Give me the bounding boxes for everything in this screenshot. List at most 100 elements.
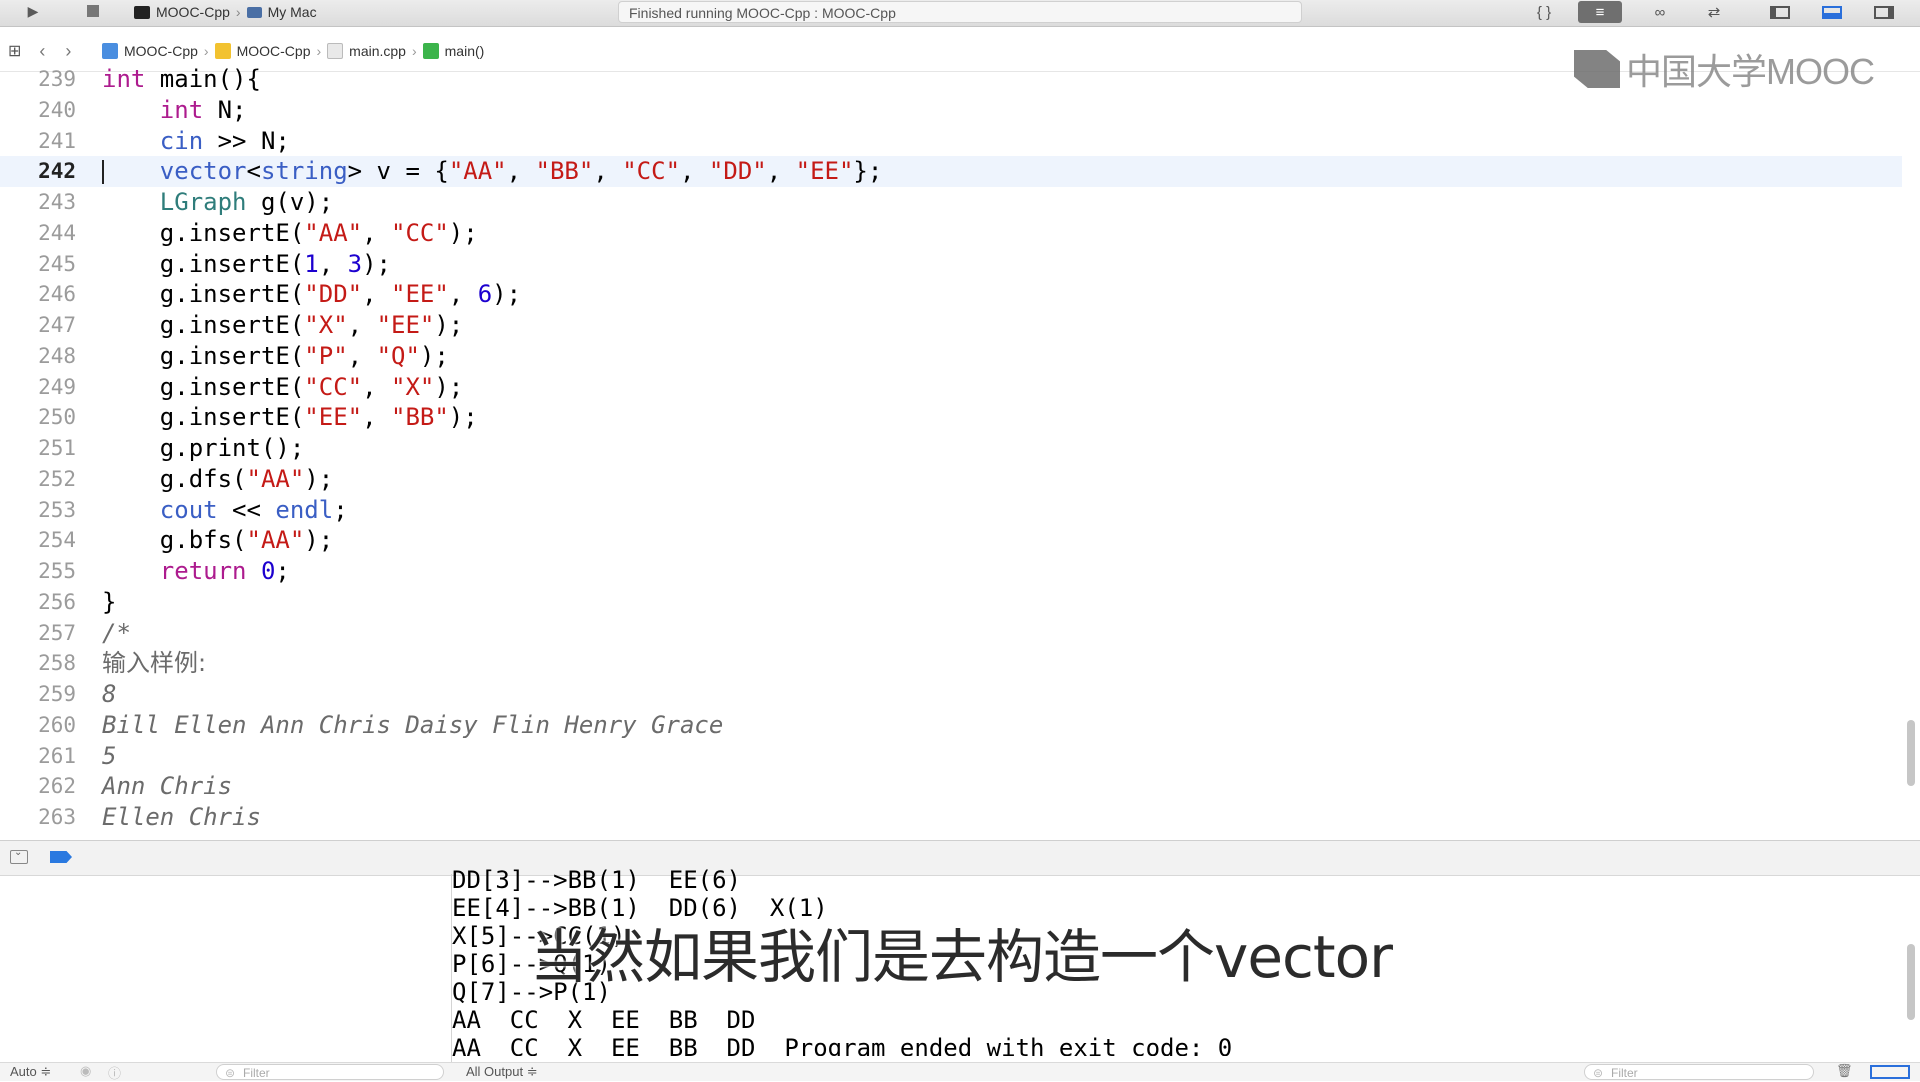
breadcrumb-project[interactable]: MOOC-Cpp	[124, 43, 198, 59]
code-line[interactable]: 261 5	[0, 741, 1902, 772]
trash-icon[interactable]: 🗑	[1836, 1063, 1853, 1079]
bottom-panel-icon	[1822, 5, 1842, 19]
eye-icon[interactable]: ◉	[80, 1063, 91, 1079]
console-scrollbar[interactable]	[1907, 944, 1915, 1020]
standard-editor-button[interactable]: ≡	[1578, 1, 1622, 23]
code-line[interactable]: 249 g.insertE("CC", "X");	[0, 372, 1902, 403]
code-line[interactable]: 256}	[0, 587, 1902, 618]
chevron-right-icon: ›	[235, 4, 241, 20]
library-button[interactable]: { }	[1522, 1, 1566, 23]
code-line[interactable]: 251 g.print();	[0, 433, 1902, 464]
project-icon	[102, 43, 118, 59]
line-number: 256	[38, 589, 76, 614]
toggle-inspector-button[interactable]	[1862, 1, 1906, 23]
variables-filter-input[interactable]: ⊜ Filter	[216, 1064, 444, 1080]
breakpoints-toggle[interactable]	[50, 850, 72, 864]
toggle-navigator-button[interactable]	[1758, 1, 1802, 23]
version-editor-button[interactable]: ⇄	[1692, 1, 1736, 23]
chevron-right-icon: ›	[411, 43, 417, 59]
code-text: cout << endl;	[159, 495, 348, 524]
code-text: Ellen Chris	[102, 803, 261, 831]
line-number: 262	[38, 774, 76, 799]
code-line[interactable]: 253 cout << endl;	[0, 495, 1902, 526]
rings-icon: ∞	[1654, 3, 1666, 21]
related-items-icon[interactable]: ⊞	[8, 41, 21, 61]
editor-scrollbar[interactable]	[1907, 720, 1915, 786]
scheme-selector[interactable]: MOOC-Cpp › My Mac	[134, 1, 317, 23]
console-filter-input[interactable]: ⊜ Filter	[1584, 1064, 1814, 1080]
code-line[interactable]: 240 int N;	[0, 95, 1902, 126]
variables-scope-select[interactable]: Auto ≑	[10, 1064, 51, 1080]
code-text: g.print();	[102, 434, 305, 462]
code-line[interactable]: 246 g.insertE("DD", "EE", 6);	[0, 279, 1902, 310]
filter-icon: ⊜	[225, 1066, 236, 1080]
code-text: 输入样例:	[102, 649, 207, 678]
destination-name: My Mac	[267, 4, 317, 20]
window-toolbar: ▶ MOOC-Cpp › My Mac Finished running MOO…	[0, 0, 1920, 27]
line-number: 263	[38, 805, 76, 829]
function-icon	[422, 43, 439, 59]
source-editor[interactable]: 239 int main(){240 int N; 241 cin >> N; 242…	[0, 64, 1920, 840]
line-number: 257	[38, 620, 76, 645]
code-line[interactable]: 252 g.dfs("AA");	[0, 464, 1902, 495]
right-panel-icon	[1874, 5, 1894, 19]
video-subtitle: 当然如果我们是去构造一个vector	[530, 923, 1393, 991]
code-text: int main(){	[102, 65, 261, 93]
output-select[interactable]: All Output ≑	[466, 1064, 538, 1080]
line-number: 242	[38, 159, 76, 184]
code-line[interactable]: 263 Ellen Chris	[0, 802, 1902, 833]
jump-bar-controls: ⊞ ‹ ›	[8, 41, 71, 61]
swap-arrows-icon: ⇄	[1707, 4, 1721, 21]
code-line[interactable]: 243 LGraph g(v);	[0, 187, 1902, 218]
hide-debug-area-button[interactable]: ⌄	[10, 847, 28, 864]
breadcrumb-file[interactable]: main.cpp	[349, 43, 406, 59]
filter-icon: ⊜	[1593, 1066, 1604, 1080]
console-line: AA CC X EE BB DD	[452, 1006, 756, 1034]
text-cursor	[102, 160, 104, 185]
mac-icon	[246, 6, 262, 18]
code-line[interactable]: 258 输入样例:	[0, 648, 1902, 679]
code-line[interactable]: 244 g.insertE("AA", "CC");	[0, 218, 1902, 249]
code-line[interactable]: 242 vector<string> v = {"AA", "BB", "CC"…	[0, 156, 1902, 188]
toggle-debug-area-button[interactable]	[1810, 1, 1854, 23]
cpp-file-icon	[327, 43, 344, 59]
folder-icon	[214, 43, 231, 59]
code-line[interactable]: 239 int main(){	[0, 64, 1902, 95]
code-line[interactable]: 241 cin >> N;	[0, 126, 1902, 157]
breadcrumb-function[interactable]: main()	[445, 43, 485, 59]
code-line[interactable]: 257 /*	[0, 618, 1902, 649]
line-number: 250	[38, 405, 76, 430]
stop-button[interactable]	[80, 0, 106, 22]
assistant-editor-button[interactable]: ∞	[1638, 1, 1682, 23]
braces-icon: { }	[1536, 3, 1552, 21]
line-number: 261	[38, 743, 76, 768]
code-line[interactable]: 248 g.insertE("P", "Q");	[0, 341, 1902, 372]
code-line[interactable]: 255 return 0;	[0, 556, 1902, 587]
code-line[interactable]: 245 g.insertE(1, 3);	[0, 249, 1902, 280]
run-button[interactable]: ▶	[20, 0, 46, 22]
activity-status: Finished running MOOC-Cpp : MOOC-Cpp	[618, 1, 1302, 23]
code-line[interactable]: 262 Ann Chris	[0, 771, 1902, 802]
breadcrumb-folder[interactable]: MOOC-Cpp	[237, 43, 311, 59]
split-view-icon[interactable]	[1870, 1065, 1910, 1079]
code-text: g.insertE("EE", "BB");	[102, 403, 478, 432]
code-text: Ann Chris	[102, 772, 233, 801]
code-text: g.dfs("AA");	[102, 464, 334, 493]
console-line: AA CC X EE BB DD Program ended with exit…	[452, 1034, 1233, 1056]
line-number: 254	[38, 528, 76, 553]
line-number: 240	[38, 97, 76, 122]
code-line[interactable]: 254 g.bfs("AA");	[0, 525, 1902, 556]
line-number: 239	[38, 67, 76, 91]
line-number: 244	[38, 220, 76, 245]
code-text: cin >> N;	[159, 126, 290, 155]
code-line[interactable]: 259 8	[0, 679, 1902, 710]
code-line[interactable]: 247 g.insertE("X", "EE");	[0, 310, 1902, 341]
code-text: g.insertE("P", "Q");	[102, 341, 449, 370]
code-line[interactable]: 260 Bill Ellen Ann Chris Daisy Flin Henry…	[0, 710, 1902, 741]
code-line[interactable]: 250 g.insertE("EE", "BB");	[0, 402, 1902, 433]
info-icon[interactable]: ⓘ	[108, 1063, 121, 1082]
line-number: 248	[38, 343, 76, 368]
code-text: 5	[102, 741, 117, 770]
forward-icon[interactable]: ›	[65, 41, 71, 62]
back-icon[interactable]: ‹	[39, 41, 45, 62]
